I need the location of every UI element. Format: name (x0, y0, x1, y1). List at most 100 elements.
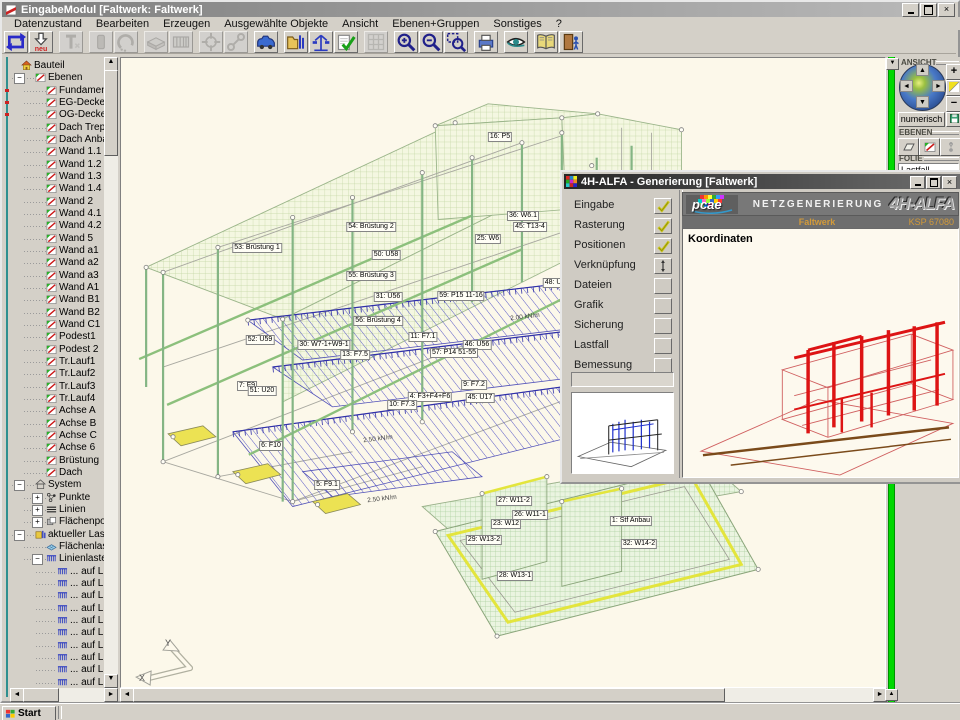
tree-item-wand-5[interactable]: Wand 5 (10, 233, 104, 245)
tree-item-linien[interactable]: +Linien (10, 504, 104, 516)
dialog-close-button[interactable]: × (942, 176, 957, 189)
canvas-hscroll-thumb[interactable] (133, 688, 725, 702)
tree-item-wand-4-2[interactable]: Wand 4.2 (10, 220, 104, 232)
tree-item-podest-2[interactable]: Podest 2 (10, 344, 104, 356)
tree-item-ebenen[interactable]: −Ebenen (10, 72, 104, 84)
tree-item-wand-1-2[interactable]: Wand 1.2 (10, 159, 104, 171)
tree-item-wand-a1[interactable]: Wand a1 (10, 245, 104, 257)
menu-ebenen-gruppen[interactable]: Ebenen+Gruppen (386, 18, 485, 30)
menu-ausgew-hlte-objekte[interactable]: Ausgewählte Objekte (218, 18, 334, 30)
menu-sonstiges[interactable]: Sonstiges (487, 18, 547, 30)
tree-item-eg-decke[interactable]: EG-Decke (10, 97, 104, 109)
scroll-left-icon[interactable]: ◄ (120, 688, 134, 702)
scroll-down-icon[interactable]: ▼ (104, 674, 118, 688)
tree-expander-collapse-icon[interactable]: − (14, 73, 25, 84)
tree-expander-collapse-icon[interactable]: − (14, 530, 25, 541)
save-view-button[interactable] (946, 112, 960, 127)
toolbar-print-button[interactable] (474, 31, 498, 53)
toolbar-new-button[interactable]: neu (29, 31, 53, 53)
tree-item-dach-treppenhaus[interactable]: Dach Treppenhaus (10, 122, 104, 134)
step-status-button[interactable] (654, 198, 672, 214)
tree-hscrollbar[interactable]: ◄ ► (10, 688, 118, 702)
tree-item-achse-6[interactable]: Achse 6 (10, 442, 104, 454)
tree-item--auf-linie[interactable]: ... auf Linie (10, 640, 104, 652)
tree-item-system[interactable]: −System (10, 479, 104, 491)
tree-item-wand-1-1[interactable]: Wand 1.1 (10, 146, 104, 158)
rotate-right-button[interactable]: ► (932, 80, 945, 92)
scroll-right-icon[interactable]: ► (104, 688, 118, 702)
tree-item-wand-1-3[interactable]: Wand 1.3 (10, 171, 104, 183)
toolbar-book-button[interactable] (534, 31, 558, 53)
tree-item-fundamente[interactable]: Fundamente (10, 85, 104, 97)
tree-item--auf-linie[interactable]: ... auf Linie (10, 578, 104, 590)
toolbar-check-doc-button[interactable] (334, 31, 358, 53)
menu-bearbeiten[interactable]: Bearbeiten (90, 18, 155, 30)
zoom-in-button[interactable]: + (946, 64, 960, 80)
tree-item-wand-b1[interactable]: Wand B1 (10, 294, 104, 306)
tree-item-brüstung[interactable]: Brüstung (10, 455, 104, 467)
toolbar-folder-load-button[interactable] (284, 31, 308, 53)
tree-item-wand-4-1[interactable]: Wand 4.1 (10, 208, 104, 220)
tree-item-wand-2[interactable]: Wand 2 (10, 196, 104, 208)
tree-item--auf-linie[interactable]: ... auf Linie (10, 615, 104, 627)
rotate-up-button[interactable]: ▲ (916, 64, 929, 76)
tree-vscroll-thumb[interactable] (104, 70, 118, 156)
tree-item--auf-linie[interactable]: ... auf Linie (10, 664, 104, 676)
canvas-hscrollbar[interactable]: ◄ ► (120, 688, 886, 702)
toolbar-zoom-in-button[interactable] (394, 31, 418, 53)
step-status-button[interactable] (654, 218, 672, 234)
tree-item-dach[interactable]: Dach (10, 467, 104, 479)
tree-item-tr-lauf1[interactable]: Tr.Lauf1 (10, 356, 104, 368)
toolbar-car-button[interactable] (254, 31, 278, 53)
panel-collapse-bottom-button[interactable]: ▲ (885, 689, 898, 701)
scroll-left-icon[interactable]: ◄ (10, 688, 24, 702)
close-button[interactable]: × (938, 3, 955, 17)
maximize-button[interactable] (920, 3, 937, 17)
tree-expander-expand-icon[interactable]: + (32, 505, 43, 516)
tree-item--auf-linie[interactable]: ... auf Linie (10, 652, 104, 664)
tree-item-wand-1-4[interactable]: Wand 1.4 (10, 183, 104, 195)
tree-item--auf-linie[interactable]: ... auf Linie (10, 566, 104, 578)
step-status-button[interactable] (654, 298, 672, 314)
dialog-maximize-button[interactable] (926, 176, 941, 189)
toolbar-eye-button[interactable] (504, 31, 528, 53)
dialog-minimize-button[interactable] (910, 176, 925, 189)
tree-vscrollbar[interactable]: ▲ ▼ (104, 57, 118, 688)
tree-item-wand-c1[interactable]: Wand C1 (10, 319, 104, 331)
tree-item-aktueller-lastfall[interactable]: −aktueller Lastfall (10, 529, 104, 541)
tree-item-punkte[interactable]: +Punkte (10, 492, 104, 504)
step-status-button[interactable] (654, 278, 672, 294)
tree-item-linienlasten[interactable]: −Linienlasten (10, 553, 104, 565)
zoom-out-button[interactable]: − (946, 96, 960, 112)
step-status-button[interactable] (654, 338, 672, 354)
tree-expander-expand-icon[interactable]: + (32, 517, 43, 528)
scroll-up-icon[interactable]: ▲ (104, 57, 118, 71)
tree-item-achse-c[interactable]: Achse C (10, 430, 104, 442)
tree-item-podest1[interactable]: Podest1 (10, 331, 104, 343)
tree-item-wand-b2[interactable]: Wand B2 (10, 307, 104, 319)
tree-expander-expand-icon[interactable]: + (32, 493, 43, 504)
step-status-button[interactable] (654, 318, 672, 334)
toolbar-exit-button[interactable] (559, 31, 583, 53)
panel-collapse-top-button[interactable]: ▼ (886, 58, 899, 70)
tree-item--auf-linie[interactable]: ... auf Linie (10, 590, 104, 602)
tree-item-wand-a2[interactable]: Wand a2 (10, 257, 104, 269)
toolbar-measure-button[interactable] (309, 31, 333, 53)
tree-item--auf-linie[interactable]: ... auf Linie (10, 677, 104, 689)
minimize-button[interactable] (902, 3, 919, 17)
toolbar-zoom-out-button[interactable] (419, 31, 443, 53)
tree-item-flächenlasten[interactable]: Flächenlasten (10, 541, 104, 553)
menu-ansicht[interactable]: Ansicht (336, 18, 384, 30)
menu-datenzustand[interactable]: Datenzustand (8, 18, 88, 30)
tree-hscroll-thumb[interactable] (23, 688, 59, 702)
rotate-down-button[interactable]: ▼ (916, 96, 929, 108)
tree-item-achse-b[interactable]: Achse B (10, 418, 104, 430)
step-status-button[interactable] (654, 258, 672, 274)
tree-item-flächenpositionen[interactable]: +Flächenpositionen (10, 516, 104, 528)
toolbar-zoom-window-button[interactable] (444, 31, 468, 53)
numerisch-button[interactable]: numerisch (898, 112, 945, 127)
tree-item-achse-a[interactable]: Achse A (10, 405, 104, 417)
perspective-button[interactable] (946, 80, 960, 96)
tree-item-tr-lauf2[interactable]: Tr.Lauf2 (10, 368, 104, 380)
tree-item--auf-linie[interactable]: ... auf Linie (10, 627, 104, 639)
